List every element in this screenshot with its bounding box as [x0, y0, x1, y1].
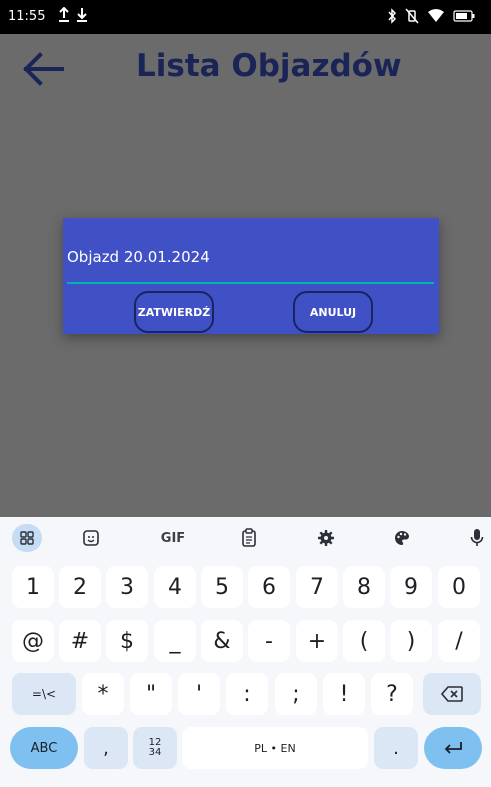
route-name-input[interactable] — [67, 244, 431, 270]
key-2[interactable]: 2 — [59, 566, 101, 608]
numpad-key[interactable]: 12 34 — [133, 727, 177, 769]
key-asterisk[interactable]: * — [82, 673, 124, 715]
input-underline — [67, 282, 434, 284]
key-1[interactable]: 1 — [12, 566, 54, 608]
status-right-icons — [387, 8, 475, 24]
status-bar: 11:55 — [0, 0, 491, 34]
key-hash[interactable]: # — [59, 620, 101, 662]
key-question[interactable]: ? — [371, 673, 413, 715]
confirm-button[interactable]: ZATWIERDŹ — [134, 291, 214, 333]
key-3[interactable]: 3 — [106, 566, 148, 608]
key-single-quote[interactable]: ' — [178, 673, 220, 715]
apps-grid-icon[interactable] — [12, 524, 42, 552]
space-key[interactable]: PL • EN — [182, 727, 368, 769]
palette-icon[interactable] — [389, 526, 415, 550]
key-open-paren[interactable]: ( — [343, 620, 385, 662]
numpad-label: 12 34 — [148, 737, 162, 758]
key-0[interactable]: 0 — [438, 566, 480, 608]
arrow-left-icon[interactable] — [22, 52, 66, 86]
backspace-icon — [441, 686, 463, 702]
key-double-quote[interactable]: " — [130, 673, 172, 715]
key-plus[interactable]: + — [296, 620, 338, 662]
key-exclamation[interactable]: ! — [323, 673, 365, 715]
key-5[interactable]: 5 — [201, 566, 243, 608]
microphone-icon[interactable] — [464, 526, 490, 550]
bluetooth-icon — [388, 8, 397, 24]
key-period[interactable]: . — [374, 727, 418, 769]
abc-key[interactable]: ABC — [10, 727, 78, 769]
more-symbols-key[interactable]: =\< — [12, 673, 76, 715]
key-dollar[interactable]: $ — [106, 620, 148, 662]
key-semicolon[interactable]: ; — [275, 673, 317, 715]
gif-button[interactable]: GIF — [160, 526, 186, 550]
name-dialog: ZATWIERDŹ ANULUJ — [63, 218, 439, 334]
clipboard-icon[interactable] — [236, 526, 262, 550]
status-time: 11:55 — [8, 9, 46, 24]
page-title: Lista Objazdów — [136, 48, 402, 84]
upload-icon — [59, 7, 69, 22]
key-9[interactable]: 9 — [390, 566, 432, 608]
app-bar: Lista Objazdów — [0, 34, 491, 106]
key-6[interactable]: 6 — [248, 566, 290, 608]
key-close-paren[interactable]: ) — [390, 620, 432, 662]
key-4[interactable]: 4 — [154, 566, 196, 608]
battery-icon — [453, 10, 475, 22]
enter-key[interactable] — [424, 727, 482, 769]
key-7[interactable]: 7 — [296, 566, 338, 608]
key-colon[interactable]: : — [226, 673, 268, 715]
status-left-icons — [58, 7, 88, 23]
cancel-button[interactable]: ANULUJ — [293, 291, 373, 333]
key-comma[interactable]: , — [84, 727, 128, 769]
key-slash[interactable]: / — [438, 620, 480, 662]
soft-keyboard: GIF 1 2 3 4 5 6 7 8 9 0 @ # $ _ & - + ( … — [0, 517, 491, 787]
key-at[interactable]: @ — [12, 620, 54, 662]
wifi-icon — [428, 9, 444, 22]
vibrate-off-icon — [405, 8, 419, 24]
enter-icon — [444, 742, 462, 754]
key-minus[interactable]: - — [248, 620, 290, 662]
backspace-key[interactable] — [423, 673, 481, 715]
key-ampersand[interactable]: & — [201, 620, 243, 662]
key-8[interactable]: 8 — [343, 566, 385, 608]
settings-icon[interactable] — [313, 526, 339, 550]
sticker-icon[interactable] — [78, 526, 104, 550]
download-icon — [77, 8, 87, 22]
keyboard-toolbar: GIF — [0, 517, 491, 559]
key-underscore[interactable]: _ — [154, 620, 196, 662]
